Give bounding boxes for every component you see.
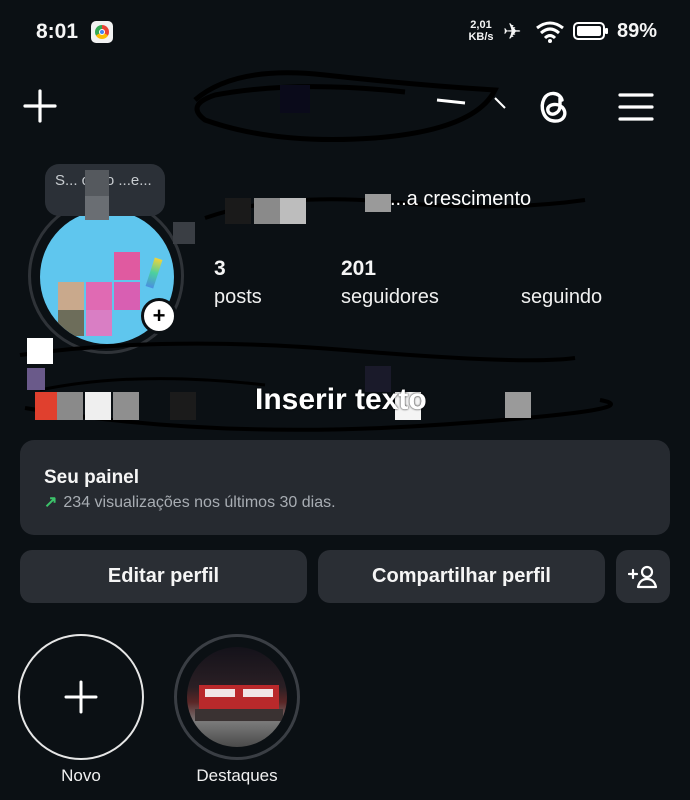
status-time: 8:01 xyxy=(36,20,79,43)
stat-followers-label: seguidores xyxy=(341,286,439,308)
airplane-icon: ✈ xyxy=(503,19,522,44)
add-person-icon xyxy=(628,565,658,588)
stat-followers-value: 201 xyxy=(341,257,377,280)
stat-following-value xyxy=(521,257,602,281)
chrome-icon xyxy=(91,21,113,43)
stat-posts[interactable]: 3 posts xyxy=(214,257,262,309)
threads-icon[interactable] xyxy=(535,86,573,126)
profile-note-bubble[interactable]: S... curio ...e... xyxy=(45,164,195,244)
new-highlight-button[interactable] xyxy=(18,634,144,760)
stat-following-label: seguindo xyxy=(521,286,603,308)
stat-posts-value: 3 xyxy=(214,257,226,280)
network-speed-value: 2,01 xyxy=(470,19,492,31)
bio-text-overlay: Inserir texto xyxy=(255,383,427,416)
network-speed-unit: KB/s xyxy=(468,31,494,43)
dashboard-subtitle-row: ↗ 234 visualizações nos últimos 30 dias. xyxy=(44,492,336,512)
share-profile-button[interactable]: Compartilhar perfil xyxy=(318,550,605,603)
profile-category-text: ...a crescimento xyxy=(390,188,532,210)
edit-profile-button[interactable]: Editar perfil xyxy=(20,550,307,603)
network-speed: 2,01 KB/s xyxy=(466,19,496,43)
stat-posts-label: posts xyxy=(214,286,262,308)
highlight-label-new: Novo xyxy=(61,766,101,785)
highlight-destaques[interactable] xyxy=(174,634,300,760)
wifi-icon xyxy=(536,21,564,43)
redacted-username-scribble xyxy=(193,70,506,143)
stat-followers[interactable]: 201 seguidores xyxy=(341,257,439,309)
highlight-label-destaques: Destaques xyxy=(196,766,278,785)
dashboard-title: Seu painel xyxy=(44,467,140,488)
discover-people-button[interactable] xyxy=(616,550,670,603)
trend-up-arrow-icon: ↗ xyxy=(44,494,58,511)
create-plus-icon[interactable] xyxy=(22,88,58,124)
dashboard-subtitle: 234 visualizações nos últimos 30 dias. xyxy=(63,494,336,511)
menu-icon[interactable] xyxy=(618,92,654,122)
battery-percent: 89% xyxy=(617,20,658,42)
stat-following[interactable]: seguindo xyxy=(521,257,602,309)
plus-icon xyxy=(64,680,98,714)
highlight-thumbnail xyxy=(187,647,287,747)
add-story-button[interactable]: + xyxy=(141,298,177,334)
battery-icon xyxy=(573,22,608,40)
